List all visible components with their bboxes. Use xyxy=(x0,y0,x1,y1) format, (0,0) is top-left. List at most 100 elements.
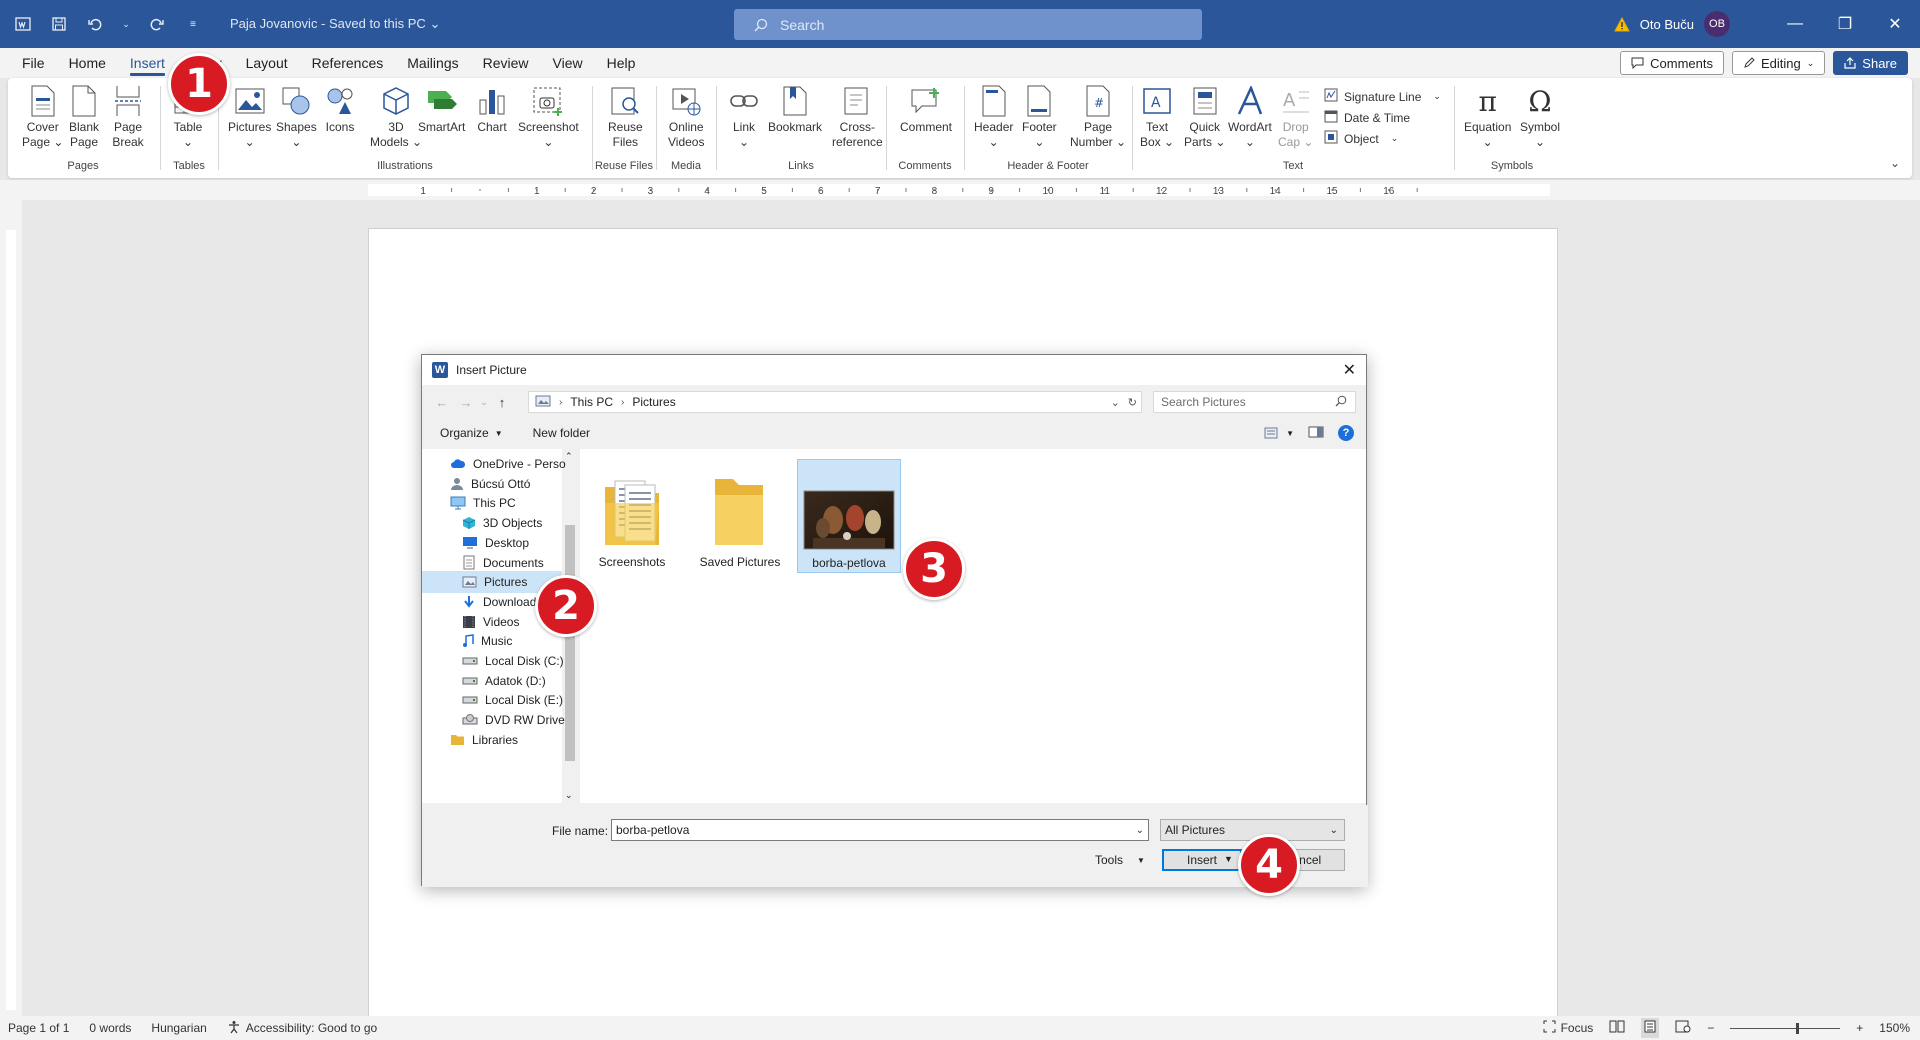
nav-item[interactable]: Downloads xyxy=(462,591,542,613)
zoom-level[interactable]: 150% xyxy=(1879,1021,1910,1035)
tools-button[interactable]: Tools ▼ xyxy=(1095,849,1145,871)
refresh-icon[interactable]: ↻ xyxy=(1128,396,1137,409)
nav-item[interactable]: Adatok (D:) xyxy=(462,670,546,692)
back-arrow-icon[interactable]: ← xyxy=(430,395,454,410)
redo-icon[interactable] xyxy=(148,15,166,33)
tab-file[interactable]: File xyxy=(10,48,57,78)
vertical-ruler[interactable] xyxy=(0,200,22,1016)
file-name-input[interactable]: borba-petlova ⌄ xyxy=(611,819,1149,841)
pictures-button[interactable]: Pictures ⌄ xyxy=(228,84,271,150)
address-dropdown-icon[interactable]: ⌄ xyxy=(1111,396,1120,409)
horizontal-ruler[interactable]: 1 1 2 3 4 5 6 7 8 9 10 11 12 13 14 15 16 xyxy=(0,180,1920,200)
tab-insert[interactable]: Insert xyxy=(118,48,177,78)
minimize-icon[interactable]: — xyxy=(1770,0,1820,48)
dialog-close-icon[interactable]: ✕ xyxy=(1343,360,1356,380)
customize-toolbar-icon[interactable]: ≡ xyxy=(184,15,202,33)
comments-button[interactable]: Comments xyxy=(1620,51,1724,75)
accessibility-status[interactable]: Accessibility: Good to go xyxy=(227,1020,377,1037)
tab-home[interactable]: Home xyxy=(57,48,118,78)
collapse-ribbon-icon[interactable]: ⌄ xyxy=(1890,156,1900,170)
search-pictures-input[interactable]: Search Pictures xyxy=(1153,391,1356,413)
chart-button[interactable]: Chart xyxy=(476,84,508,135)
search-box[interactable]: Search xyxy=(734,9,1202,40)
language[interactable]: Hungarian xyxy=(151,1021,206,1035)
tab-layout[interactable]: Layout xyxy=(234,48,300,78)
nav-item[interactable]: Videos xyxy=(462,611,519,633)
folder-item-screenshots[interactable]: Screenshots xyxy=(580,459,684,573)
organize-button[interactable]: Organize ▼ xyxy=(440,426,503,440)
smartart-button[interactable]: SmartArt xyxy=(418,84,465,135)
path-segment[interactable]: This PC xyxy=(570,395,613,409)
nav-item[interactable]: Desktop xyxy=(462,532,529,554)
folder-item-saved-pictures[interactable]: Saved Pictures xyxy=(688,459,792,573)
address-bar[interactable]: › This PC › Pictures ⌄ ↻ xyxy=(528,391,1142,413)
editing-mode-button[interactable]: Editing ⌄ xyxy=(1732,51,1826,75)
page-number-button[interactable]: # Page Number ⌄ xyxy=(1070,84,1126,150)
zoom-in-icon[interactable]: + xyxy=(1856,1021,1863,1035)
quick-parts-button[interactable]: Quick Parts ⌄ xyxy=(1184,84,1225,150)
save-icon[interactable] xyxy=(50,15,68,33)
zoom-out-icon[interactable]: − xyxy=(1707,1021,1714,1035)
print-layout-icon[interactable] xyxy=(1641,1018,1660,1038)
read-mode-icon[interactable] xyxy=(1609,1020,1625,1036)
cover-page-button[interactable]: Cover Page ⌄ xyxy=(22,84,63,150)
tab-mailings[interactable]: Mailings xyxy=(395,48,470,78)
recent-locations-icon[interactable]: ⌄ xyxy=(478,397,490,408)
link-button[interactable]: Link ⌄ xyxy=(728,84,760,150)
nav-item[interactable]: 3D Objects xyxy=(462,512,542,534)
signature-line-button[interactable]: Signature Line ⌄ xyxy=(1324,88,1441,105)
tab-references[interactable]: References xyxy=(300,48,396,78)
icons-button[interactable]: Icons xyxy=(324,84,356,135)
tab-review[interactable]: Review xyxy=(471,48,541,78)
wordart-button[interactable]: WordArt ⌄ xyxy=(1228,84,1272,150)
reuse-files-button[interactable]: Reuse Files xyxy=(608,84,643,150)
share-button[interactable]: Share xyxy=(1833,51,1908,75)
tab-help[interactable]: Help xyxy=(595,48,648,78)
3d-models-button[interactable]: 3D Models ⌄ xyxy=(370,84,422,150)
image-item-borba-petlova[interactable]: borba-petlova xyxy=(797,459,901,573)
account-area[interactable]: Oto Buču OB xyxy=(1613,11,1730,37)
tab-view[interactable]: View xyxy=(541,48,595,78)
nav-item[interactable]: This PC xyxy=(450,492,516,514)
document-title[interactable]: Paja Jovanovic - Saved to this PC ⌄ xyxy=(230,16,440,32)
nav-item[interactable]: OneDrive - Perso xyxy=(450,453,566,475)
up-arrow-icon[interactable]: ↑ xyxy=(490,395,514,410)
date-time-button[interactable]: Date & Time xyxy=(1324,109,1410,126)
focus-mode-button[interactable]: Focus xyxy=(1543,1020,1593,1036)
online-videos-button[interactable]: Online Videos xyxy=(668,84,704,150)
restore-icon[interactable]: ❐ xyxy=(1820,0,1870,48)
nav-item[interactable]: Music xyxy=(462,630,512,652)
undo-icon[interactable] xyxy=(86,15,104,33)
nav-item[interactable]: Local Disk (C:) xyxy=(462,650,564,672)
text-box-button[interactable]: A Text Box ⌄ xyxy=(1140,84,1174,150)
nav-item[interactable]: Local Disk (E:) xyxy=(462,689,563,711)
word-count[interactable]: 0 words xyxy=(89,1021,131,1035)
symbol-button[interactable]: Ω Symbol ⌄ xyxy=(1520,84,1560,150)
drop-cap-button[interactable]: A Drop Cap ⌄ xyxy=(1278,84,1313,150)
nav-scrollbar-thumb[interactable] xyxy=(565,525,575,761)
nav-item[interactable]: DVD RW Drive xyxy=(462,709,565,731)
new-folder-button[interactable]: New folder xyxy=(533,426,590,440)
page-break-button[interactable]: Page Break xyxy=(112,84,144,150)
bookmark-button[interactable]: Bookmark xyxy=(768,84,822,135)
zoom-slider[interactable] xyxy=(1730,1022,1841,1034)
page-count[interactable]: Page 1 of 1 xyxy=(8,1021,69,1035)
nav-item[interactable]: Búcsú Ottó xyxy=(450,473,530,495)
forward-arrow-icon[interactable]: → xyxy=(454,395,478,410)
chevron-down-icon[interactable]: ⌄ xyxy=(1136,825,1144,836)
new-comment-button[interactable]: Comment xyxy=(900,84,952,135)
shapes-button[interactable]: Shapes ⌄ xyxy=(276,84,317,150)
undo-dropdown-icon[interactable]: ⌄ xyxy=(122,15,130,33)
insert-options-icon[interactable]: ▼ xyxy=(1224,854,1233,864)
scroll-down-icon[interactable]: ⌄ xyxy=(565,790,573,801)
object-button[interactable]: Object ⌄ xyxy=(1324,130,1398,147)
view-options-icon[interactable]: ▼ xyxy=(1264,427,1294,439)
equation-button[interactable]: π Equation ⌄ xyxy=(1464,84,1511,150)
zoom-slider-thumb[interactable] xyxy=(1796,1022,1800,1034)
footer-button[interactable]: Footer ⌄ xyxy=(1022,84,1057,150)
nav-item[interactable]: Libraries xyxy=(450,729,518,751)
close-icon[interactable]: ✕ xyxy=(1870,0,1920,48)
header-button[interactable]: Header ⌄ xyxy=(974,84,1013,150)
avatar[interactable]: OB xyxy=(1704,11,1730,37)
scroll-up-icon[interactable]: ⌃ xyxy=(565,451,573,462)
